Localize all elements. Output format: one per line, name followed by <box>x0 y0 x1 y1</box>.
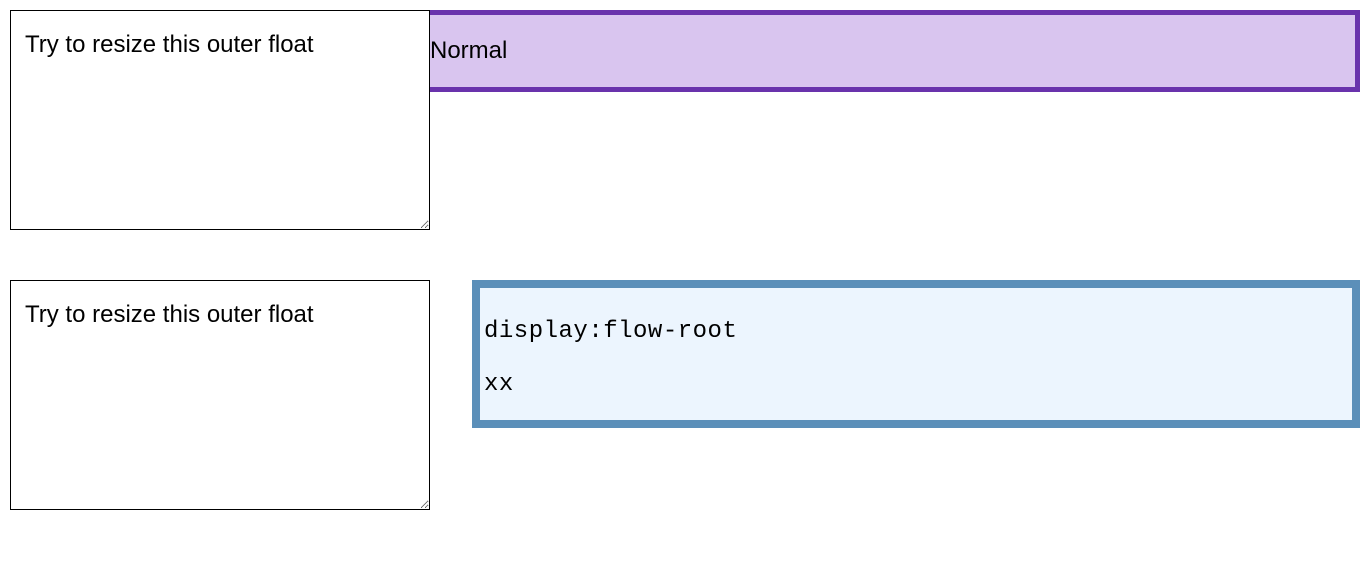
resizable-float-box[interactable]: Try to resize this outer float <box>10 280 430 510</box>
float-box-text: Try to resize this outer float <box>25 301 314 328</box>
example-normal: Try to resize this outer float Normal <box>10 10 1360 230</box>
flow-root-code-line: display:flow-root <box>484 318 1348 345</box>
flow-root-box: display:flow-root xx <box>472 280 1360 428</box>
resizable-float-box[interactable]: Try to resize this outer float <box>10 10 430 230</box>
flow-root-body-line: xx <box>484 371 1348 398</box>
normal-box-text: Normal <box>430 37 507 64</box>
example-flow-root: Try to resize this outer float display:f… <box>10 270 1360 510</box>
float-box-text: Try to resize this outer float <box>25 31 314 58</box>
